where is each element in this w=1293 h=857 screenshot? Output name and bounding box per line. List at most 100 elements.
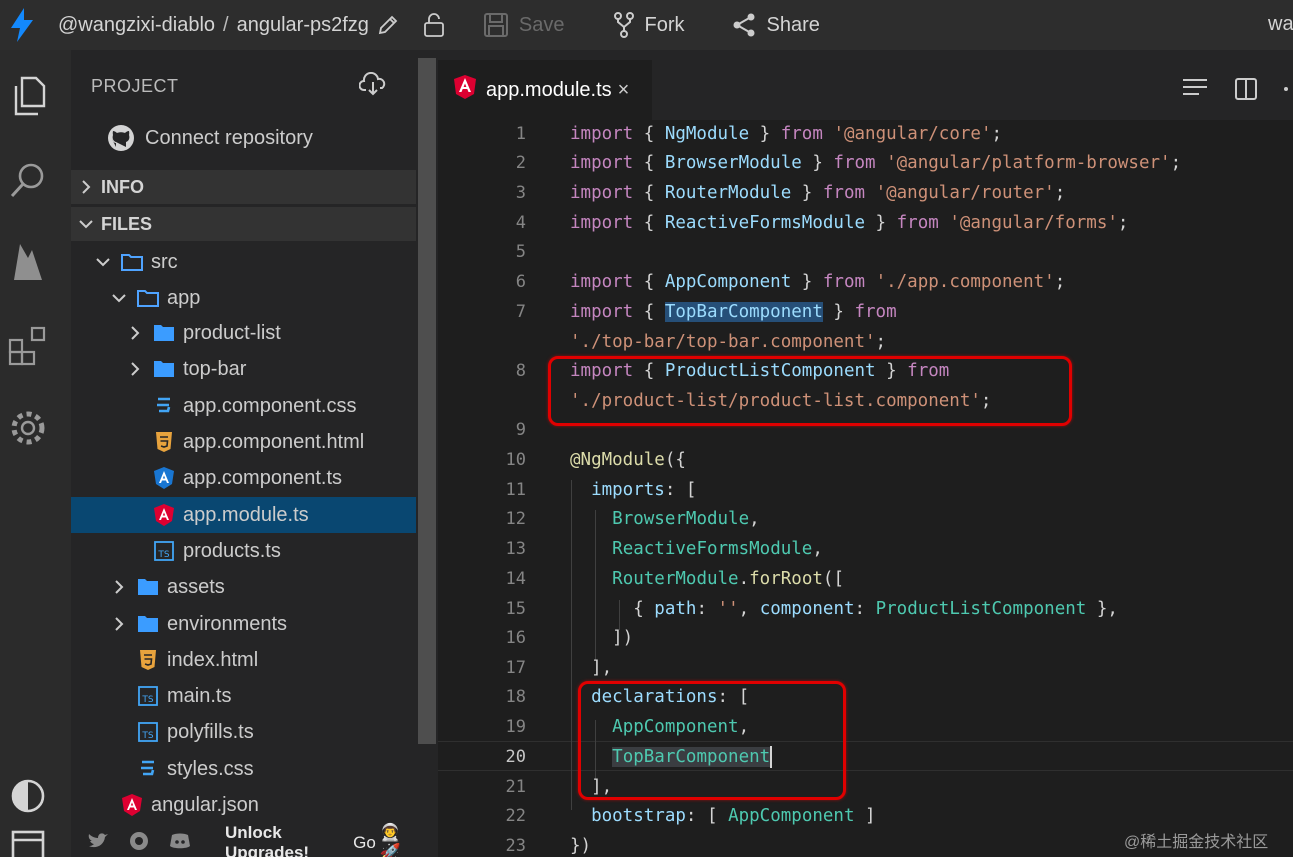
tree-item-label: top-bar [183,357,247,380]
code-line-22: bootstrap: [ AppComponent ] [591,806,876,826]
outline-icon[interactable] [1182,77,1208,97]
fork-icon [613,12,634,38]
cloud-download-icon[interactable] [358,71,387,101]
save-label: Save [518,13,565,36]
css-file-icon [137,758,159,780]
fork-button[interactable]: Fork [613,12,685,38]
tree-item-top-bar[interactable]: top-bar [71,351,416,387]
tree-item-index-html[interactable]: index.html [71,642,416,678]
code-line-6: import { AppComponent } from './app.comp… [570,272,1066,292]
connect-repository-button[interactable]: Connect repository [107,124,313,152]
line-number: 19 [505,717,526,737]
code-line-10: @NgModule({ [570,450,686,470]
tree-item-assets[interactable]: assets [71,569,416,605]
tree-item-main-ts[interactable]: TS main.ts [71,678,416,714]
user-menu-truncated[interactable]: wa [1268,13,1293,36]
tree-item-app-component-css[interactable]: app.component.css [71,388,416,424]
current-line-highlight [438,741,1293,771]
line-number: 8 [515,361,526,381]
css-file-icon [153,395,175,417]
more-actions-icon[interactable] [1282,77,1290,101]
chevron-down-icon [109,292,129,304]
line-number: 23 [505,836,526,856]
tree-item-environments[interactable]: environments [71,606,416,642]
breadcrumb-project[interactable]: angular-ps2fzg [237,14,369,37]
angular-icon [153,504,175,526]
unlock-icon[interactable] [423,13,445,37]
save-button[interactable]: Save [483,12,565,38]
tree-item-app[interactable]: app [71,280,416,316]
tree-item-products-ts[interactable]: TS products.ts [71,533,416,569]
line-number: 13 [505,539,526,559]
chevron-down-icon [71,218,101,230]
tree-item-src[interactable]: src [71,244,416,280]
theme-icon[interactable] [6,774,50,818]
tree-item-label: main.ts [167,684,232,707]
angular-icon [121,794,143,816]
close-tab-icon[interactable]: × [618,79,630,102]
github-footer-icon[interactable] [129,831,149,856]
folder-icon [137,576,159,598]
save-icon [483,13,508,37]
code-line-15: { path: '', component: ProductListCompon… [570,599,1118,619]
files-section-header[interactable]: FILES [71,207,416,241]
code-line-7: import { TopBarComponent } from [570,302,897,322]
firebase-icon[interactable] [6,240,50,284]
tab-app-module-ts[interactable]: app.module.ts × [438,60,652,120]
split-editor-icon[interactable] [1234,77,1258,101]
info-section-label: INFO [101,176,144,197]
svg-text:TS: TS [141,695,153,705]
search-icon[interactable] [6,158,50,202]
line-number: 2 [515,153,526,173]
line-number: 17 [505,658,526,678]
extensions-icon[interactable] [6,324,50,368]
tree-item-app-component-ts[interactable]: app.component.ts [71,460,416,496]
stackblitz-logo-icon[interactable] [0,0,44,50]
tree-item-label: app.component.ts [183,466,342,489]
share-button[interactable]: Share [731,12,820,38]
go-label[interactable]: Go [353,833,376,853]
angular-icon [454,75,476,105]
line-number: 4 [515,213,526,233]
tree-item-angular-json[interactable]: angular.json [71,787,416,823]
twitter-icon[interactable] [87,832,109,855]
unlock-upgrades-link[interactable]: Unlock Upgrades! [225,823,349,857]
discord-icon[interactable] [169,832,191,855]
scrollbar-thumb[interactable] [418,58,436,744]
activity-bar [0,50,71,857]
line-number: 6 [515,272,526,292]
tree-item-label: environments [167,612,288,635]
line-number: 21 [505,777,526,797]
tree-item-app-module-ts[interactable]: app.module.ts [71,497,416,533]
html5-icon [153,431,175,453]
tree-item-styles-css[interactable]: styles.css [71,751,416,787]
breadcrumb-user[interactable]: @wangzixi-diablo [58,14,215,37]
angular-ts-icon [153,467,175,489]
folder-icon [137,613,159,635]
files-icon[interactable] [6,74,50,118]
tree-item-label: styles.css [167,757,254,780]
sidebar-scrollbar[interactable] [416,50,438,857]
tree-item-polyfills-ts[interactable]: TS polyfills.ts [71,714,416,750]
line-number: 3 [515,183,526,203]
share-label: Share [766,13,820,36]
line-number: 5 [515,242,526,262]
tree-item-label: products.ts [183,539,281,562]
info-section-header[interactable]: INFO [71,170,416,204]
code-line-23: }) [570,836,592,856]
code-line-13: ReactiveFormsModule, [612,539,823,559]
layout-icon[interactable] [6,822,50,857]
tree-item-label: polyfills.ts [167,720,254,743]
chevron-right-icon [109,616,129,632]
code-line-16: ]) [570,628,634,648]
tree-item-product-list[interactable]: product-list [71,315,416,351]
line-number: 1 [515,124,526,144]
tree-item-app-component-html[interactable]: app.component.html [71,424,416,460]
line-number: 20 [505,747,526,767]
annotation-box-import [548,356,1072,426]
tree-item-label: app.module.ts [183,503,309,526]
code-line-14: RouterModule.forRoot([ [612,569,844,589]
pencil-icon[interactable] [377,14,399,36]
settings-icon[interactable] [6,406,50,450]
code-editor[interactable]: 1 2 3 4 5 6 7 8 9 10 11 12 13 14 15 16 17 18 19 20 21 22 23 im… [438,120,1293,857]
